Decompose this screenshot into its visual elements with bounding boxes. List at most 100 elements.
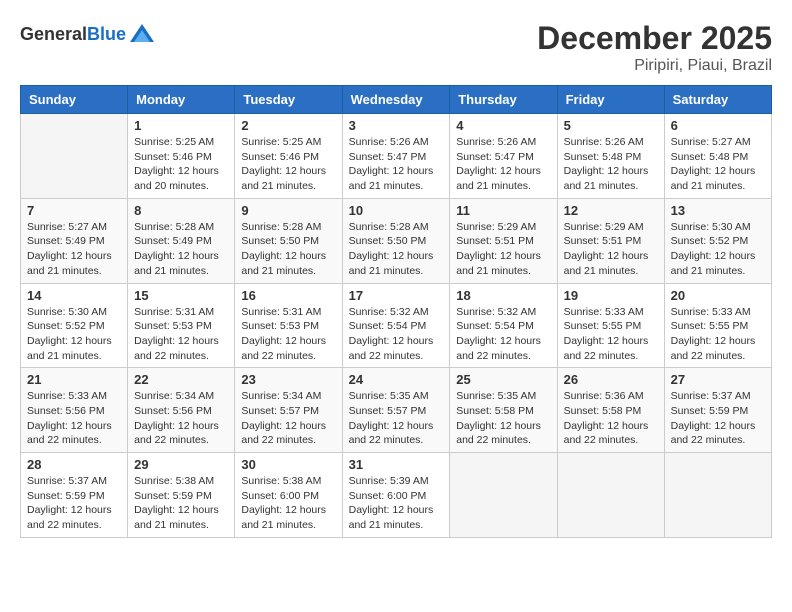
calendar-cell: 31 Sunrise: 5:39 AM Sunset: 6:00 PM Dayli… bbox=[342, 453, 450, 538]
day-number: 24 bbox=[349, 372, 444, 387]
calendar-week-row: 14 Sunrise: 5:30 AM Sunset: 5:52 PM Dayli… bbox=[21, 283, 772, 368]
day-info: Sunrise: 5:38 AM Sunset: 6:00 PM Dayligh… bbox=[241, 474, 335, 533]
calendar-header-row: SundayMondayTuesdayWednesdayThursdayFrid… bbox=[21, 86, 772, 114]
weekday-header: Saturday bbox=[664, 86, 771, 114]
calendar-week-row: 28 Sunrise: 5:37 AM Sunset: 5:59 PM Dayli… bbox=[21, 453, 772, 538]
day-info: Sunrise: 5:39 AM Sunset: 6:00 PM Dayligh… bbox=[349, 474, 444, 533]
day-info: Sunrise: 5:32 AM Sunset: 5:54 PM Dayligh… bbox=[349, 305, 444, 364]
day-number: 16 bbox=[241, 288, 335, 303]
calendar-cell: 2 Sunrise: 5:25 AM Sunset: 5:46 PM Daylig… bbox=[235, 114, 342, 199]
logo: GeneralBlue bbox=[20, 20, 156, 48]
day-info: Sunrise: 5:34 AM Sunset: 5:56 PM Dayligh… bbox=[134, 389, 228, 448]
calendar-cell: 23 Sunrise: 5:34 AM Sunset: 5:57 PM Dayli… bbox=[235, 368, 342, 453]
day-number: 21 bbox=[27, 372, 121, 387]
calendar-cell: 11Sunrise: 5:29 AM Sunset: 5:51 PM Dayli… bbox=[450, 198, 557, 283]
calendar-cell: 29 Sunrise: 5:38 AM Sunset: 5:59 PM Dayli… bbox=[128, 453, 235, 538]
day-info: Sunrise: 5:35 AM Sunset: 5:57 PM Dayligh… bbox=[349, 389, 444, 448]
day-number: 14 bbox=[27, 288, 121, 303]
calendar-cell: 3 Sunrise: 5:26 AM Sunset: 5:47 PM Daylig… bbox=[342, 114, 450, 199]
day-info: Sunrise: 5:28 AM Sunset: 5:49 PM Dayligh… bbox=[134, 220, 228, 279]
day-number: 23 bbox=[241, 372, 335, 387]
day-number: 20 bbox=[671, 288, 765, 303]
day-info: Sunrise: 5:29 AM Sunset: 5:51 PM Dayligh… bbox=[564, 220, 658, 279]
day-info: Sunrise: 5:31 AM Sunset: 5:53 PM Dayligh… bbox=[134, 305, 228, 364]
day-info: Sunrise: 5:36 AM Sunset: 5:58 PM Dayligh… bbox=[564, 389, 658, 448]
day-info: Sunrise: 5:28 AM Sunset: 5:50 PM Dayligh… bbox=[349, 220, 444, 279]
calendar-cell: 5 Sunrise: 5:26 AM Sunset: 5:48 PM Daylig… bbox=[557, 114, 664, 199]
calendar-cell: 27 Sunrise: 5:37 AM Sunset: 5:59 PM Dayli… bbox=[664, 368, 771, 453]
day-info: Sunrise: 5:30 AM Sunset: 5:52 PM Dayligh… bbox=[27, 305, 121, 364]
calendar-cell: 7 Sunrise: 5:27 AM Sunset: 5:49 PM Daylig… bbox=[21, 198, 128, 283]
day-info: Sunrise: 5:27 AM Sunset: 5:49 PM Dayligh… bbox=[27, 220, 121, 279]
location-title: Piripiri, Piaui, Brazil bbox=[537, 57, 772, 75]
day-number: 8 bbox=[134, 203, 228, 218]
day-number: 13 bbox=[671, 203, 765, 218]
calendar-cell: 24 Sunrise: 5:35 AM Sunset: 5:57 PM Dayli… bbox=[342, 368, 450, 453]
day-number: 18 bbox=[456, 288, 550, 303]
day-number: 12 bbox=[564, 203, 658, 218]
day-number: 26 bbox=[564, 372, 658, 387]
day-info: Sunrise: 5:37 AM Sunset: 5:59 PM Dayligh… bbox=[671, 389, 765, 448]
calendar-cell: 30 Sunrise: 5:38 AM Sunset: 6:00 PM Dayli… bbox=[235, 453, 342, 538]
logo-icon bbox=[128, 20, 156, 48]
calendar-week-row: 1 Sunrise: 5:25 AM Sunset: 5:46 PM Daylig… bbox=[21, 114, 772, 199]
day-info: Sunrise: 5:33 AM Sunset: 5:55 PM Dayligh… bbox=[564, 305, 658, 364]
day-info: Sunrise: 5:26 AM Sunset: 5:48 PM Dayligh… bbox=[564, 135, 658, 194]
calendar-cell: 18Sunrise: 5:32 AM Sunset: 5:54 PM Dayli… bbox=[450, 283, 557, 368]
day-number: 4 bbox=[456, 118, 550, 133]
calendar-cell: 1Sunrise: 5:25 AM Sunset: 5:46 PM Daylig… bbox=[128, 114, 235, 199]
calendar-cell bbox=[557, 453, 664, 538]
calendar-cell: 10 Sunrise: 5:28 AM Sunset: 5:50 PM Dayli… bbox=[342, 198, 450, 283]
calendar-cell bbox=[21, 114, 128, 199]
day-number: 15 bbox=[134, 288, 228, 303]
calendar-cell: 4 Sunrise: 5:26 AM Sunset: 5:47 PM Daylig… bbox=[450, 114, 557, 199]
day-number: 9 bbox=[241, 203, 335, 218]
day-number: 2 bbox=[241, 118, 335, 133]
day-info: Sunrise: 5:26 AM Sunset: 5:47 PM Dayligh… bbox=[456, 135, 550, 194]
day-number: 10 bbox=[349, 203, 444, 218]
day-info: Sunrise: 5:25 AM Sunset: 5:46 PM Dayligh… bbox=[241, 135, 335, 194]
weekday-header: Wednesday bbox=[342, 86, 450, 114]
day-number: 1 bbox=[134, 118, 228, 133]
day-number: 5 bbox=[564, 118, 658, 133]
calendar-cell: 26 Sunrise: 5:36 AM Sunset: 5:58 PM Dayli… bbox=[557, 368, 664, 453]
calendar-cell: 13 Sunrise: 5:30 AM Sunset: 5:52 PM Dayli… bbox=[664, 198, 771, 283]
calendar-cell: 9Sunrise: 5:28 AM Sunset: 5:50 PM Daylig… bbox=[235, 198, 342, 283]
calendar-week-row: 7 Sunrise: 5:27 AM Sunset: 5:49 PM Daylig… bbox=[21, 198, 772, 283]
day-info: Sunrise: 5:26 AM Sunset: 5:47 PM Dayligh… bbox=[349, 135, 444, 194]
day-info: Sunrise: 5:33 AM Sunset: 5:55 PM Dayligh… bbox=[671, 305, 765, 364]
calendar-cell: 28 Sunrise: 5:37 AM Sunset: 5:59 PM Dayli… bbox=[21, 453, 128, 538]
page-header: GeneralBlue December 2025 Piripiri, Piau… bbox=[20, 20, 772, 75]
day-info: Sunrise: 5:34 AM Sunset: 5:57 PM Dayligh… bbox=[241, 389, 335, 448]
day-number: 28 bbox=[27, 457, 121, 472]
day-info: Sunrise: 5:30 AM Sunset: 5:52 PM Dayligh… bbox=[671, 220, 765, 279]
day-info: Sunrise: 5:31 AM Sunset: 5:53 PM Dayligh… bbox=[241, 305, 335, 364]
logo-text-general: GeneralBlue bbox=[20, 24, 126, 45]
calendar-table: SundayMondayTuesdayWednesdayThursdayFrid… bbox=[20, 85, 772, 538]
day-number: 27 bbox=[671, 372, 765, 387]
day-info: Sunrise: 5:35 AM Sunset: 5:58 PM Dayligh… bbox=[456, 389, 550, 448]
day-info: Sunrise: 5:33 AM Sunset: 5:56 PM Dayligh… bbox=[27, 389, 121, 448]
calendar-cell: 6Sunrise: 5:27 AM Sunset: 5:48 PM Daylig… bbox=[664, 114, 771, 199]
weekday-header: Friday bbox=[557, 86, 664, 114]
day-number: 22 bbox=[134, 372, 228, 387]
weekday-header: Tuesday bbox=[235, 86, 342, 114]
day-info: Sunrise: 5:37 AM Sunset: 5:59 PM Dayligh… bbox=[27, 474, 121, 533]
day-number: 7 bbox=[27, 203, 121, 218]
calendar-cell: 22 Sunrise: 5:34 AM Sunset: 5:56 PM Dayli… bbox=[128, 368, 235, 453]
day-number: 17 bbox=[349, 288, 444, 303]
calendar-cell: 21 Sunrise: 5:33 AM Sunset: 5:56 PM Dayli… bbox=[21, 368, 128, 453]
day-number: 29 bbox=[134, 457, 228, 472]
calendar-cell: 15 Sunrise: 5:31 AM Sunset: 5:53 PM Dayli… bbox=[128, 283, 235, 368]
month-title: December 2025 bbox=[537, 20, 772, 57]
day-number: 3 bbox=[349, 118, 444, 133]
weekday-header: Thursday bbox=[450, 86, 557, 114]
day-info: Sunrise: 5:29 AM Sunset: 5:51 PM Dayligh… bbox=[456, 220, 550, 279]
day-number: 19 bbox=[564, 288, 658, 303]
calendar-cell: 14 Sunrise: 5:30 AM Sunset: 5:52 PM Dayli… bbox=[21, 283, 128, 368]
day-info: Sunrise: 5:38 AM Sunset: 5:59 PM Dayligh… bbox=[134, 474, 228, 533]
calendar-cell bbox=[450, 453, 557, 538]
day-number: 31 bbox=[349, 457, 444, 472]
day-number: 30 bbox=[241, 457, 335, 472]
calendar-cell: 12 Sunrise: 5:29 AM Sunset: 5:51 PM Dayli… bbox=[557, 198, 664, 283]
